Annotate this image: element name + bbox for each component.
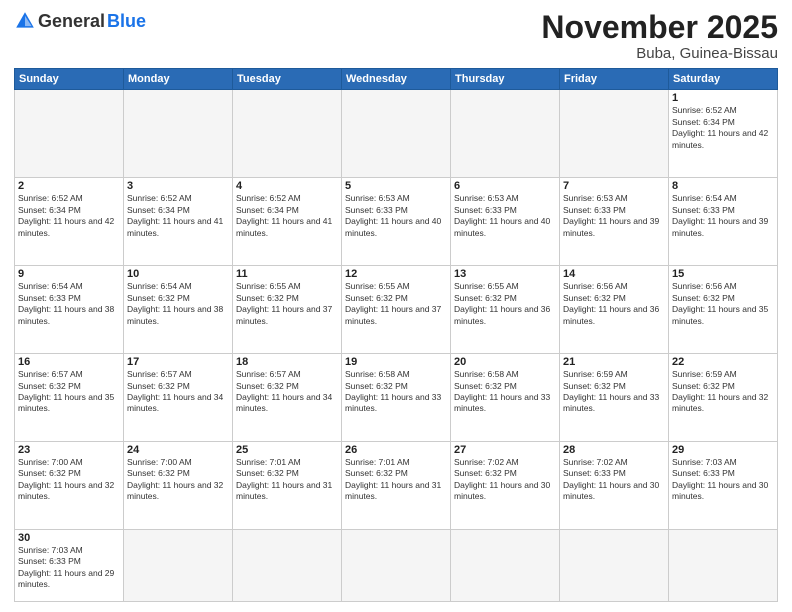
day-23: 23 Sunrise: 7:00 AMSunset: 6:32 PMDaylig… (15, 442, 124, 530)
empty-cell (233, 90, 342, 178)
page: GeneralBlue November 2025 Buba, Guinea-B… (0, 0, 792, 612)
empty-cell (342, 90, 451, 178)
empty-cell (342, 529, 451, 601)
empty-cell (124, 90, 233, 178)
weekday-header-row: Sunday Monday Tuesday Wednesday Thursday… (15, 69, 778, 90)
logo: GeneralBlue (14, 10, 146, 32)
col-saturday: Saturday (669, 69, 778, 90)
logo-blue: Blue (107, 11, 146, 32)
day-22: 22 Sunrise: 6:59 AMSunset: 6:32 PMDaylig… (669, 354, 778, 442)
col-monday: Monday (124, 69, 233, 90)
day-1: 1 Sunrise: 6:52 AMSunset: 6:34 PMDayligh… (669, 90, 778, 178)
empty-cell (560, 529, 669, 601)
day-15: 15 Sunrise: 6:56 AMSunset: 6:32 PMDaylig… (669, 266, 778, 354)
day-11: 11 Sunrise: 6:55 AMSunset: 6:32 PMDaylig… (233, 266, 342, 354)
day-8: 8 Sunrise: 6:54 AMSunset: 6:33 PMDayligh… (669, 178, 778, 266)
day-19: 19 Sunrise: 6:58 AMSunset: 6:32 PMDaylig… (342, 354, 451, 442)
week-row-5: 23 Sunrise: 7:00 AMSunset: 6:32 PMDaylig… (15, 442, 778, 530)
logo-general: General (38, 11, 105, 32)
col-tuesday: Tuesday (233, 69, 342, 90)
day-24: 24 Sunrise: 7:00 AMSunset: 6:32 PMDaylig… (124, 442, 233, 530)
col-thursday: Thursday (451, 69, 560, 90)
location-title: Buba, Guinea-Bissau (541, 45, 778, 62)
logo-icon (14, 10, 36, 32)
day-16: 16 Sunrise: 6:57 AMSunset: 6:32 PMDaylig… (15, 354, 124, 442)
day-21: 21 Sunrise: 6:59 AMSunset: 6:32 PMDaylig… (560, 354, 669, 442)
day-3: 3 Sunrise: 6:52 AMSunset: 6:34 PMDayligh… (124, 178, 233, 266)
day-10: 10 Sunrise: 6:54 AMSunset: 6:32 PMDaylig… (124, 266, 233, 354)
col-sunday: Sunday (15, 69, 124, 90)
empty-cell (451, 90, 560, 178)
day-26: 26 Sunrise: 7:01 AMSunset: 6:32 PMDaylig… (342, 442, 451, 530)
day-14: 14 Sunrise: 6:56 AMSunset: 6:32 PMDaylig… (560, 266, 669, 354)
week-row-2: 2 Sunrise: 6:52 AMSunset: 6:34 PMDayligh… (15, 178, 778, 266)
week-row-4: 16 Sunrise: 6:57 AMSunset: 6:32 PMDaylig… (15, 354, 778, 442)
day-7: 7 Sunrise: 6:53 AMSunset: 6:33 PMDayligh… (560, 178, 669, 266)
day-12: 12 Sunrise: 6:55 AMSunset: 6:32 PMDaylig… (342, 266, 451, 354)
empty-cell (233, 529, 342, 601)
day-2: 2 Sunrise: 6:52 AMSunset: 6:34 PMDayligh… (15, 178, 124, 266)
empty-cell (451, 529, 560, 601)
title-area: November 2025 Buba, Guinea-Bissau (541, 10, 778, 62)
day-28: 28 Sunrise: 7:02 AMSunset: 6:33 PMDaylig… (560, 442, 669, 530)
week-row-1: 1 Sunrise: 6:52 AMSunset: 6:34 PMDayligh… (15, 90, 778, 178)
month-title: November 2025 (541, 10, 778, 45)
logo-area: GeneralBlue (14, 10, 146, 32)
day-9: 9 Sunrise: 6:54 AMSunset: 6:33 PMDayligh… (15, 266, 124, 354)
day-20: 20 Sunrise: 6:58 AMSunset: 6:32 PMDaylig… (451, 354, 560, 442)
header: GeneralBlue November 2025 Buba, Guinea-B… (14, 10, 778, 62)
day-17: 17 Sunrise: 6:57 AMSunset: 6:32 PMDaylig… (124, 354, 233, 442)
day-18: 18 Sunrise: 6:57 AMSunset: 6:32 PMDaylig… (233, 354, 342, 442)
day-30: 30 Sunrise: 7:03 AMSunset: 6:33 PMDaylig… (15, 529, 124, 601)
calendar-table: Sunday Monday Tuesday Wednesday Thursday… (14, 68, 778, 602)
col-friday: Friday (560, 69, 669, 90)
day-4: 4 Sunrise: 6:52 AMSunset: 6:34 PMDayligh… (233, 178, 342, 266)
day-27: 27 Sunrise: 7:02 AMSunset: 6:32 PMDaylig… (451, 442, 560, 530)
week-row-6: 30 Sunrise: 7:03 AMSunset: 6:33 PMDaylig… (15, 529, 778, 601)
empty-cell (669, 529, 778, 601)
day-25: 25 Sunrise: 7:01 AMSunset: 6:32 PMDaylig… (233, 442, 342, 530)
empty-cell (15, 90, 124, 178)
week-row-3: 9 Sunrise: 6:54 AMSunset: 6:33 PMDayligh… (15, 266, 778, 354)
day-13: 13 Sunrise: 6:55 AMSunset: 6:32 PMDaylig… (451, 266, 560, 354)
day-6: 6 Sunrise: 6:53 AMSunset: 6:33 PMDayligh… (451, 178, 560, 266)
col-wednesday: Wednesday (342, 69, 451, 90)
day-29: 29 Sunrise: 7:03 AMSunset: 6:33 PMDaylig… (669, 442, 778, 530)
empty-cell (560, 90, 669, 178)
day-5: 5 Sunrise: 6:53 AMSunset: 6:33 PMDayligh… (342, 178, 451, 266)
empty-cell (124, 529, 233, 601)
